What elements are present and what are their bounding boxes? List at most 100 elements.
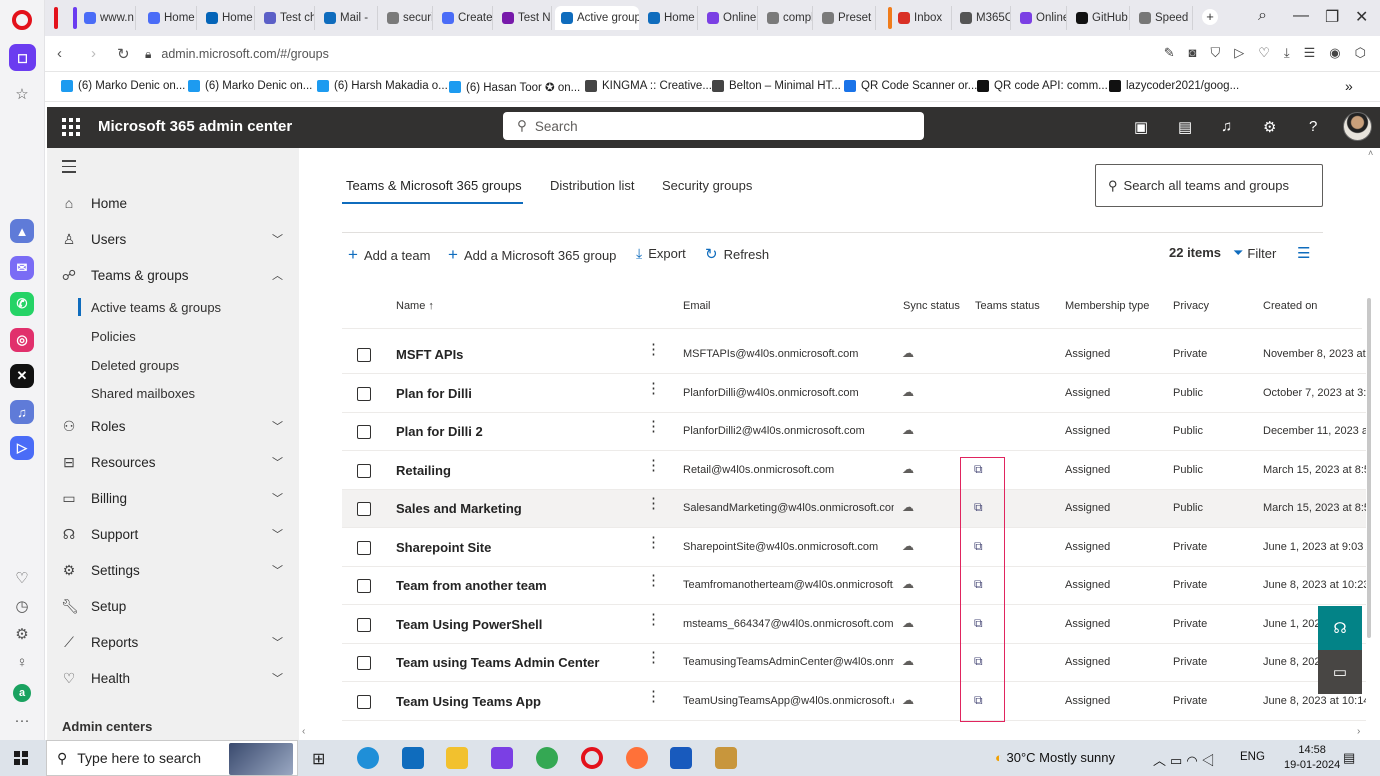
table-row[interactable]: Retailing ⋮ Retail@w4l0s.onmicrosoft.com ☁ ⧉… <box>342 452 1366 490</box>
table-row[interactable]: Plan for Dilli 2 ⋮ PlanforDilli2@w4l0s.onm… <box>342 413 1366 451</box>
add-team-button[interactable]: + Add a team <box>348 245 430 265</box>
file-explorer-icon[interactable] <box>446 747 468 769</box>
opera-icon[interactable] <box>581 747 603 769</box>
scroll-up-icon[interactable]: ˄ <box>1368 148 1373 158</box>
document-icon[interactable]: ▤ <box>1178 118 1192 136</box>
instagram-icon[interactable]: ◎ <box>10 328 34 352</box>
tab-security-groups[interactable]: Security groups <box>662 178 752 193</box>
export-button[interactable]: ⤓ Export <box>636 245 686 262</box>
group-name[interactable]: Retailing <box>396 463 451 478</box>
app-a-icon[interactable]: a <box>13 684 31 702</box>
bookmark-item[interactable]: (6) Marko Denic on... <box>61 80 185 92</box>
column-header-membership-type[interactable]: Membership type <box>1065 300 1149 312</box>
bookmark-item[interactable]: (6) Harsh Makadia o... <box>317 80 448 92</box>
group-name[interactable]: MSFT APIs <box>396 347 463 362</box>
column-header-privacy[interactable]: Privacy <box>1173 300 1209 312</box>
heart-icon[interactable]: ♡ <box>13 570 31 588</box>
scroll-left-icon[interactable]: ‹ <box>302 726 305 737</box>
edit-icon[interactable]: ✎ <box>1164 45 1175 61</box>
column-header-teams-status[interactable]: Teams status <box>975 300 1040 312</box>
bookmark-item[interactable]: QR code API: comm... <box>977 80 1108 92</box>
messenger-icon[interactable]: ✉ <box>10 256 34 280</box>
group-name[interactable]: Sales and Marketing <box>396 501 522 516</box>
nav-sub-shared-mailboxes[interactable]: Shared mailboxes <box>91 386 195 401</box>
row-checkbox[interactable] <box>357 656 371 670</box>
nav-item-reports[interactable]: ⟋ Reports ﹀ <box>47 627 299 657</box>
chrome-icon[interactable] <box>536 747 558 769</box>
row-checkbox[interactable] <box>357 348 371 362</box>
bell-icon[interactable]: ♫ <box>1221 118 1232 135</box>
bookmark-item[interactable]: lazycoder2021/goog... <box>1109 80 1239 92</box>
browser-tab[interactable]: Home <box>642 6 698 30</box>
table-row[interactable]: Team Using Teams App ⋮ TeamUsingTeamsApp@w… <box>342 683 1366 721</box>
row-checkbox[interactable] <box>357 386 371 401</box>
table-row[interactable]: Team from another team ⋮ Teamfromanotherte… <box>342 567 1366 605</box>
search-teams-input[interactable]: ⚲ Search all teams and groups <box>1095 164 1323 207</box>
aria-icon[interactable]: ◻ <box>9 44 36 71</box>
bookmark-item[interactable]: (6) Marko Denic on... <box>188 80 312 92</box>
mail-icon[interactable] <box>402 747 424 769</box>
avatar[interactable] <box>1343 112 1372 141</box>
back-icon[interactable]: ‹ <box>57 45 62 62</box>
browser-tab[interactable]: www.n <box>78 6 136 30</box>
browser-tab[interactable]: Home <box>200 6 255 30</box>
nav-item-support[interactable]: ☊ Support ﹀ <box>47 519 299 549</box>
more-actions-icon[interactable]: ⋮ <box>646 573 661 588</box>
profile-icon[interactable]: ◉ <box>1329 45 1340 61</box>
close-window-button[interactable]: ✕ <box>1355 7 1368 27</box>
row-checkbox[interactable] <box>357 502 371 516</box>
bookmark-item[interactable]: Belton – Minimal HT... <box>712 80 841 92</box>
nav-item-resources[interactable]: ⊟ Resources ﹀ <box>47 447 299 477</box>
browser-tab[interactable]: GitHub <box>1070 6 1130 30</box>
more-actions-icon[interactable]: ⋮ <box>646 689 661 704</box>
hamburger-icon[interactable] <box>62 160 76 177</box>
more-actions-icon[interactable]: ⋮ <box>646 612 661 627</box>
app-icon-1[interactable]: ▲ <box>10 219 34 243</box>
tab-distribution-list[interactable]: Distribution list <box>550 178 635 193</box>
taskbar-search-input[interactable]: ⚲ Type here to search <box>46 740 298 776</box>
app-launcher-icon[interactable] <box>62 118 80 136</box>
table-row[interactable]: MSFT APIs ⋮ MSFTAPIs@w4l0s.onmicrosoft.com… <box>342 336 1366 374</box>
group-name[interactable]: Plan for Dilli <box>396 386 472 401</box>
table-row[interactable]: Sharepoint Site ⋮ SharepointSite@w4l0s.onm… <box>342 529 1366 567</box>
help-icon[interactable]: ? <box>1309 118 1317 135</box>
row-checkbox[interactable] <box>357 540 371 555</box>
more-actions-icon[interactable]: ⋮ <box>646 342 661 357</box>
more-actions-icon[interactable]: ⋮ <box>646 535 661 550</box>
nav-item-users[interactable]: ♙ Users ﹀ <box>47 224 299 254</box>
feedback-button[interactable]: ▭ <box>1318 650 1362 694</box>
column-header-created-on[interactable]: Created on <box>1263 300 1317 312</box>
task-view-icon[interactable]: ⊞ <box>312 749 334 771</box>
music-icon[interactable]: ♫ <box>10 400 34 424</box>
nav-item-roles[interactable]: ⚇ Roles ﹀ <box>47 411 299 441</box>
extensions-icon[interactable]: ⬡ <box>1355 45 1366 61</box>
edge-icon[interactable] <box>357 747 379 769</box>
nav-item-home[interactable]: ⌂ Home <box>47 188 299 218</box>
table-row[interactable]: Team Using PowerShell ⋮ msteams_664347@w4l… <box>342 606 1366 644</box>
group-name[interactable]: Team from another team <box>396 578 547 593</box>
browser-tab[interactable]: Speed <box>1133 6 1193 30</box>
clock[interactable]: 14:58 19-01-2024 <box>1284 743 1340 773</box>
nav-item-billing[interactable]: ▭ Billing ﹀ <box>47 483 299 513</box>
browser-tab[interactable]: securit <box>381 6 433 30</box>
bookmark-item[interactable]: KINGMA :: Creative... <box>585 80 712 92</box>
more-actions-icon[interactable]: ⋮ <box>646 650 661 665</box>
row-checkbox[interactable] <box>357 579 371 593</box>
gear-icon[interactable]: ⚙ <box>1263 118 1276 136</box>
maximize-button[interactable]: ❐ <box>1325 7 1339 27</box>
nav-item-health[interactable]: ♡ Health ﹀ <box>47 663 299 693</box>
whatsapp-icon[interactable]: ✆ <box>10 292 34 316</box>
heart-icon[interactable]: ♡ <box>1258 45 1270 61</box>
nav-item-setup[interactable]: 🔧︎ Setup <box>47 591 299 621</box>
more-actions-icon[interactable]: ⋮ <box>646 381 661 396</box>
bookmark-item[interactable]: (6) Hasan Toor ✪ on... <box>449 80 580 94</box>
tab-teams-m365-groups[interactable]: Teams & Microsoft 365 groups <box>346 178 522 193</box>
tray-icons[interactable]: ︿▭◠◁ <box>1153 750 1219 769</box>
column-header-email[interactable]: Email <box>683 300 711 312</box>
send-icon[interactable]: ▷ <box>1234 45 1244 61</box>
row-checkbox[interactable] <box>357 463 371 478</box>
tab-search-icon[interactable]: ⌕ <box>1258 7 1267 25</box>
table-row[interactable]: Team using Teams Admin Center ⋮ TeamusingT… <box>342 644 1366 682</box>
global-search-input[interactable]: ⚲ Search <box>503 112 924 140</box>
terminal-icon[interactable]: ▣ <box>1134 118 1148 136</box>
